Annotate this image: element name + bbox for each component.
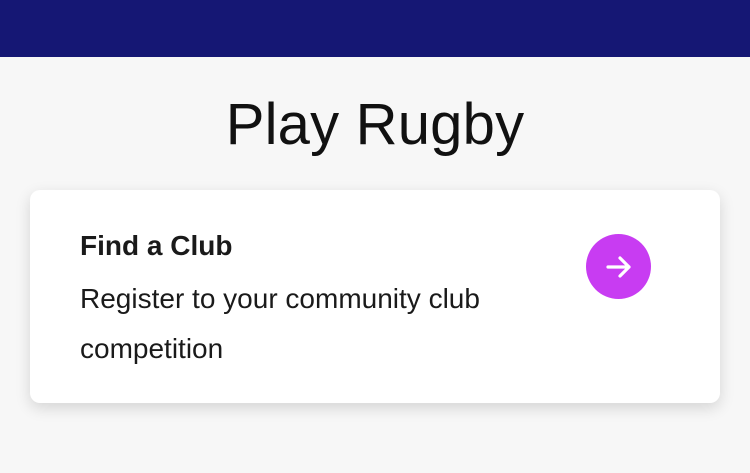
- arrow-right-button[interactable]: [586, 234, 651, 299]
- page-title: Play Rugby: [225, 92, 525, 157]
- top-navigation-bar: [0, 0, 750, 57]
- find-a-club-card[interactable]: Find a Club Register to your community c…: [30, 190, 720, 403]
- card-title: Find a Club: [80, 230, 233, 261]
- arrow-right-icon: [605, 255, 631, 278]
- card-description: Register to your community club competit…: [80, 283, 480, 364]
